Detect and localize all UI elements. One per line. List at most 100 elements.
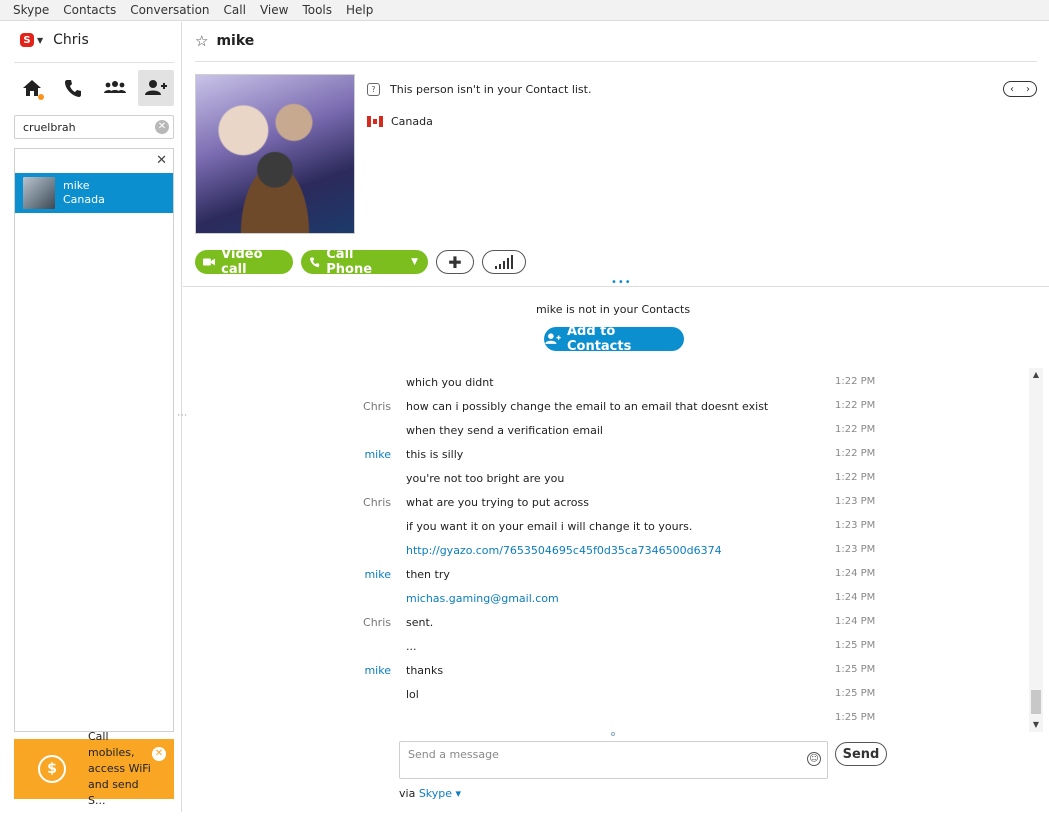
message-row: michas.gaming@gmail.com 1:24 PM: [183, 587, 1028, 611]
menu-conversation[interactable]: Conversation: [123, 3, 216, 17]
message-time: 1:23 PM: [835, 496, 876, 507]
chevron-down-icon: ▼: [37, 35, 44, 45]
message-link[interactable]: http://gyazo.com/7653504695c45f0d35ca734…: [406, 544, 722, 557]
message-row: you're not too bright are you 1:22 PM: [183, 467, 1028, 491]
close-promo-icon[interactable]: ✕: [152, 747, 166, 761]
contact-photo: [195, 74, 355, 234]
message-sender[interactable]: mike: [183, 664, 391, 677]
contact-status-row: ? This person isn't in your Contact list…: [367, 83, 591, 96]
star-icon[interactable]: ☆: [195, 32, 208, 50]
message-text: ...: [406, 640, 417, 653]
message-row: which you didnt 1:22 PM: [183, 371, 1028, 395]
contacts-group-icon: [103, 81, 126, 93]
message-link[interactable]: michas.gaming@gmail.com: [406, 592, 559, 605]
call-icon: [65, 80, 82, 97]
add-contact-button[interactable]: [137, 70, 174, 106]
divider: [195, 61, 1037, 62]
menu-call[interactable]: Call: [217, 3, 253, 17]
message-sender: Chris: [363, 616, 391, 629]
message-row: 1:25 PM: [183, 707, 1028, 731]
search-value: cruelbrah: [23, 120, 76, 134]
message-row: Chris how can i possibly change the email…: [183, 395, 1028, 419]
menu-help[interactable]: Help: [339, 3, 380, 17]
search-input[interactable]: cruelbrah ✕: [14, 115, 174, 139]
conversation-panel: ☆ mike ? This person isn't in your Conta…: [183, 22, 1049, 812]
message-sender[interactable]: mike: [183, 448, 391, 461]
message-time: 1:22 PM: [835, 448, 876, 459]
composer-resize-handle[interactable]: [611, 732, 615, 736]
message-row: if you want it on your email i will chan…: [183, 515, 1028, 539]
avatar: [23, 177, 55, 209]
add-to-contacts-button[interactable]: Add to Contacts: [544, 324, 684, 354]
message-text: how can i possibly change the email to a…: [406, 400, 769, 413]
message-row: Chris sent. 1:24 PM: [183, 611, 1028, 635]
conversation-title: mike: [216, 33, 255, 49]
notification-dot: [38, 94, 44, 100]
add-contact-icon: [545, 333, 561, 344]
message-text: then try: [406, 568, 450, 581]
add-participant-button[interactable]: ✚: [436, 250, 474, 274]
message-row: mike thanks 1:25 PM: [183, 659, 1028, 683]
message-sender: Chris: [363, 400, 391, 413]
scroll-up-icon[interactable]: ▲: [1029, 368, 1043, 382]
message-text: if you want it on your email i will chan…: [406, 520, 693, 533]
menu-tools[interactable]: Tools: [295, 3, 339, 17]
via-prefix: via: [399, 787, 416, 800]
call-quality-button[interactable]: [482, 250, 526, 274]
profile-switcher[interactable]: S ▼ Chris: [20, 32, 89, 48]
message-sender[interactable]: mike: [183, 568, 391, 581]
skype-status-icon: S: [20, 33, 34, 47]
scroll-thumb[interactable]: [1031, 690, 1041, 714]
message-time: 1:23 PM: [835, 544, 876, 555]
via-selector: via Skype ▾: [399, 787, 461, 800]
call-phone-button[interactable]: Call Phone ▼: [301, 247, 428, 277]
message-row: lol 1:25 PM: [183, 683, 1028, 707]
chevron-down-icon: ▾: [455, 787, 462, 800]
divider: [14, 62, 174, 63]
promo-banner[interactable]: $ Call mobiles, access WiFi and send S..…: [14, 730, 174, 807]
message-row: when they send a verification email 1:22 …: [183, 419, 1028, 443]
message-time: 1:24 PM: [835, 568, 876, 579]
contacts-button[interactable]: [97, 70, 133, 106]
scroll-down-icon[interactable]: ▼: [1029, 718, 1043, 732]
home-button[interactable]: [14, 70, 50, 106]
video-call-button[interactable]: Video call: [195, 247, 293, 277]
menu-view[interactable]: View: [253, 3, 295, 17]
profile-pager: ‹ ›: [1003, 81, 1037, 97]
call-actions: Video call Call Phone ▼ ✚: [195, 247, 534, 277]
message-text: which you didnt: [406, 376, 494, 389]
menu-skype[interactable]: Skype: [6, 3, 56, 17]
via-service-dropdown[interactable]: Skype ▾: [419, 787, 461, 800]
clear-search-icon[interactable]: ✕: [155, 120, 169, 134]
video-call-label: Video call: [221, 247, 263, 277]
menu-contacts[interactable]: Contacts: [56, 3, 123, 17]
close-results-icon[interactable]: ✕: [156, 153, 167, 168]
list-item[interactable]: mike Canada: [15, 173, 173, 213]
add-contact-icon: [144, 80, 167, 95]
coin-icon: $: [38, 755, 66, 783]
contact-country-row: Canada: [367, 115, 433, 128]
message-time: 1:25 PM: [835, 664, 876, 675]
send-button[interactable]: Send: [835, 742, 887, 766]
chevron-down-icon[interactable]: ▼: [411, 257, 418, 267]
result-name: mike: [63, 179, 90, 192]
message-scrollbar[interactable]: ▲ ▼: [1029, 368, 1043, 732]
message-time: 1:23 PM: [835, 520, 876, 531]
message-placeholder: Send a message: [408, 748, 499, 761]
call-button[interactable]: [55, 70, 91, 106]
message-row: mike then try 1:24 PM: [183, 563, 1028, 587]
message-time: 1:24 PM: [835, 592, 876, 603]
nav-toolbar: [14, 70, 174, 106]
via-service: Skype: [418, 787, 453, 800]
chevron-right-icon[interactable]: ›: [1026, 84, 1030, 95]
video-camera-icon: [203, 258, 216, 266]
message-input[interactable]: Send a message ☺: [399, 741, 828, 779]
add-to-contacts-label: Add to Contacts: [566, 324, 632, 354]
message-text: you're not too bright are you: [406, 472, 565, 485]
message-text: lol: [406, 688, 419, 701]
message-text: when they send a verification email: [406, 424, 603, 437]
chevron-left-icon[interactable]: ‹: [1010, 84, 1014, 95]
message-text: sent.: [406, 616, 434, 629]
emoji-icon[interactable]: ☺: [807, 752, 821, 766]
signal-bars-icon: [495, 255, 513, 269]
